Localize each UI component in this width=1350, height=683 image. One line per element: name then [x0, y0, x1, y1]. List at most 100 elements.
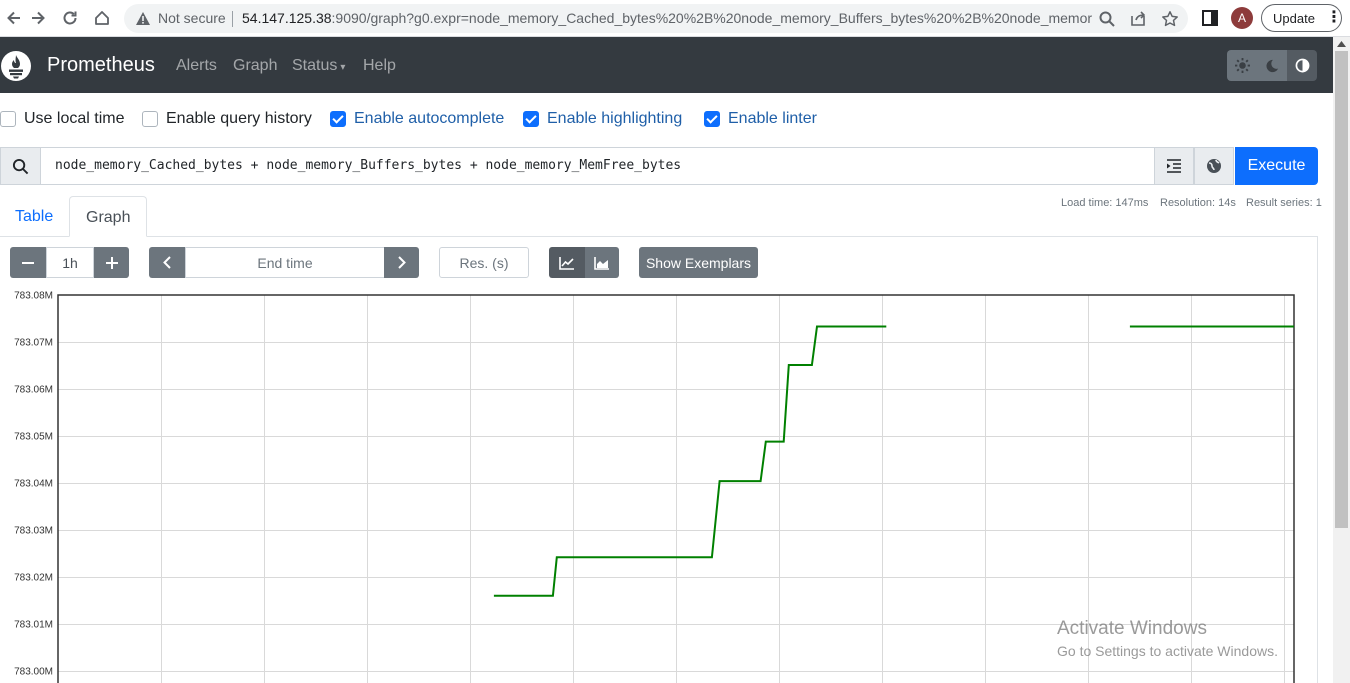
theme-toggle-group: [1227, 50, 1317, 81]
prometheus-logo-icon[interactable]: [0, 50, 32, 82]
nav-alerts[interactable]: Alerts: [176, 57, 217, 75]
light-theme-button[interactable]: [1227, 50, 1257, 81]
y-tick-label: 783.00M: [14, 667, 53, 678]
update-label: Update: [1273, 11, 1315, 26]
plus-icon: [105, 256, 118, 269]
stacked-chart-mode-button[interactable]: [585, 247, 619, 278]
brand-title[interactable]: Prometheus: [47, 54, 155, 77]
query-history-checkbox[interactable]: [142, 111, 158, 127]
use-local-time-checkbox[interactable]: [0, 111, 16, 127]
y-tick-label: 783.01M: [14, 620, 53, 631]
forward-arrow-icon: [32, 11, 45, 25]
dark-theme-button[interactable]: [1257, 50, 1287, 81]
security-label: Not secure: [158, 10, 226, 26]
end-time-input[interactable]: End time: [185, 247, 385, 278]
enable-query-history-option[interactable]: Enable query history: [142, 108, 312, 130]
line-chart-icon: [559, 256, 574, 270]
option-label: Enable query history: [166, 110, 312, 127]
tab-graph[interactable]: Graph: [69, 196, 147, 237]
auto-theme-button[interactable]: [1287, 50, 1317, 81]
option-label: Enable autocomplete: [354, 110, 505, 127]
side-panel-icon[interactable]: [1202, 10, 1218, 26]
activate-windows-title: Activate Windows: [1057, 618, 1207, 639]
contrast-icon: [1295, 58, 1309, 73]
kebab-menu-icon[interactable]: ⋮: [1326, 8, 1342, 28]
scroll-up-arrow-icon: [1337, 41, 1346, 47]
y-tick-label: 783.06M: [14, 385, 53, 396]
profile-avatar[interactable]: A: [1231, 7, 1253, 29]
area-chart-icon: [594, 256, 609, 270]
enable-highlighting-option[interactable]: Enable highlighting: [523, 108, 682, 130]
y-tick-label: 783.02M: [14, 573, 53, 584]
line-chart-mode-button[interactable]: [549, 247, 585, 278]
search-icon: [12, 158, 29, 174]
browser-update-button[interactable]: Update ⋮: [1261, 4, 1342, 32]
increase-range-button[interactable]: [94, 247, 129, 278]
globe-icon: [1207, 159, 1221, 173]
share-icon[interactable]: [1129, 10, 1147, 28]
y-tick-label: 783.07M: [14, 338, 53, 349]
end-time-forward-button[interactable]: [384, 247, 419, 278]
page-scrollbar[interactable]: [1333, 37, 1350, 683]
enable-autocomplete-option[interactable]: Enable autocomplete: [330, 108, 504, 130]
sun-icon: [1234, 58, 1250, 73]
end-time-back-button[interactable]: [149, 247, 185, 278]
query-input[interactable]: node_memory_Cached_bytes + node_memory_B…: [40, 147, 1155, 185]
highlighting-checkbox[interactable]: [523, 111, 539, 127]
load-time-stat: Load time: 147ms: [1061, 197, 1149, 209]
minus-icon: [22, 261, 34, 264]
series-line: [493, 325, 887, 597]
nav-help[interactable]: Help: [363, 57, 396, 75]
caret-down-icon: ▾: [340, 62, 346, 73]
reload-button[interactable]: [56, 5, 84, 31]
bookmark-star-icon[interactable]: [1161, 10, 1179, 28]
tabs-divider: [0, 236, 1318, 237]
enable-linter-option[interactable]: Enable linter: [704, 108, 817, 130]
warning-icon: [136, 12, 150, 25]
show-exemplars-button[interactable]: Show Exemplars: [639, 247, 758, 278]
range-input[interactable]: 1h: [46, 247, 94, 278]
option-label: Use local time: [24, 110, 125, 127]
tab-table-label: Table: [15, 208, 54, 225]
url-text[interactable]: 54.147.125.38:9090/graph?g0.expr=node_me…: [242, 10, 1092, 26]
nav-graph[interactable]: Graph: [233, 57, 277, 75]
y-tick-label: 783.03M: [14, 526, 53, 537]
chevron-left-icon: [163, 256, 171, 269]
option-label: Enable highlighting: [547, 110, 683, 127]
resolution-input[interactable]: Res. (s): [439, 247, 529, 278]
nav-status[interactable]: Status ▾: [292, 57, 345, 75]
url-path: :9090/graph?g0.expr=node_memory_Cached_b…: [331, 10, 1092, 26]
scroll-thumb[interactable]: [1335, 51, 1348, 528]
y-tick-label: 783.08M: [14, 291, 53, 302]
autocomplete-checkbox[interactable]: [330, 111, 346, 127]
query-bar: node_memory_Cached_bytes + node_memory_B…: [0, 147, 1318, 185]
activate-windows-subtitle: Go to Settings to activate Windows.: [1057, 643, 1278, 659]
indent-icon: [1167, 159, 1181, 173]
y-tick-label: 783.05M: [14, 432, 53, 443]
use-local-time-option[interactable]: Use local time: [0, 108, 124, 130]
home-button[interactable]: [88, 5, 116, 31]
url-host: 54.147.125.38: [242, 10, 332, 26]
moon-icon: [1266, 59, 1279, 72]
browser-toolbar: Not secure 54.147.125.38:9090/graph?g0.e…: [0, 0, 1350, 37]
tab-graph-label: Graph: [86, 209, 131, 226]
chevron-right-icon: [397, 256, 406, 269]
prometheus-navbar: Prometheus Alerts Graph Status ▾ Help: [0, 37, 1333, 93]
address-bar[interactable]: Not secure 54.147.125.38:9090/graph?g0.e…: [124, 4, 1188, 33]
reload-icon: [63, 11, 77, 25]
format-expression-button[interactable]: [1154, 147, 1194, 185]
zoom-search-icon[interactable]: [1098, 10, 1116, 28]
tab-table[interactable]: Table: [0, 196, 69, 237]
option-label: Enable linter: [728, 110, 817, 127]
execute-button[interactable]: Execute: [1235, 147, 1318, 185]
omnibox-divider: [232, 11, 233, 27]
forward-button[interactable]: [24, 5, 52, 31]
decrease-range-button[interactable]: [10, 247, 46, 278]
back-arrow-icon: [7, 11, 20, 25]
result-series-stat: Result series: 1: [1246, 197, 1322, 209]
linter-checkbox[interactable]: [704, 111, 720, 127]
home-icon: [95, 11, 109, 25]
nav-status-label: Status: [292, 57, 338, 74]
y-tick-label: 783.04M: [14, 479, 53, 490]
metrics-explorer-button[interactable]: [1194, 147, 1234, 185]
